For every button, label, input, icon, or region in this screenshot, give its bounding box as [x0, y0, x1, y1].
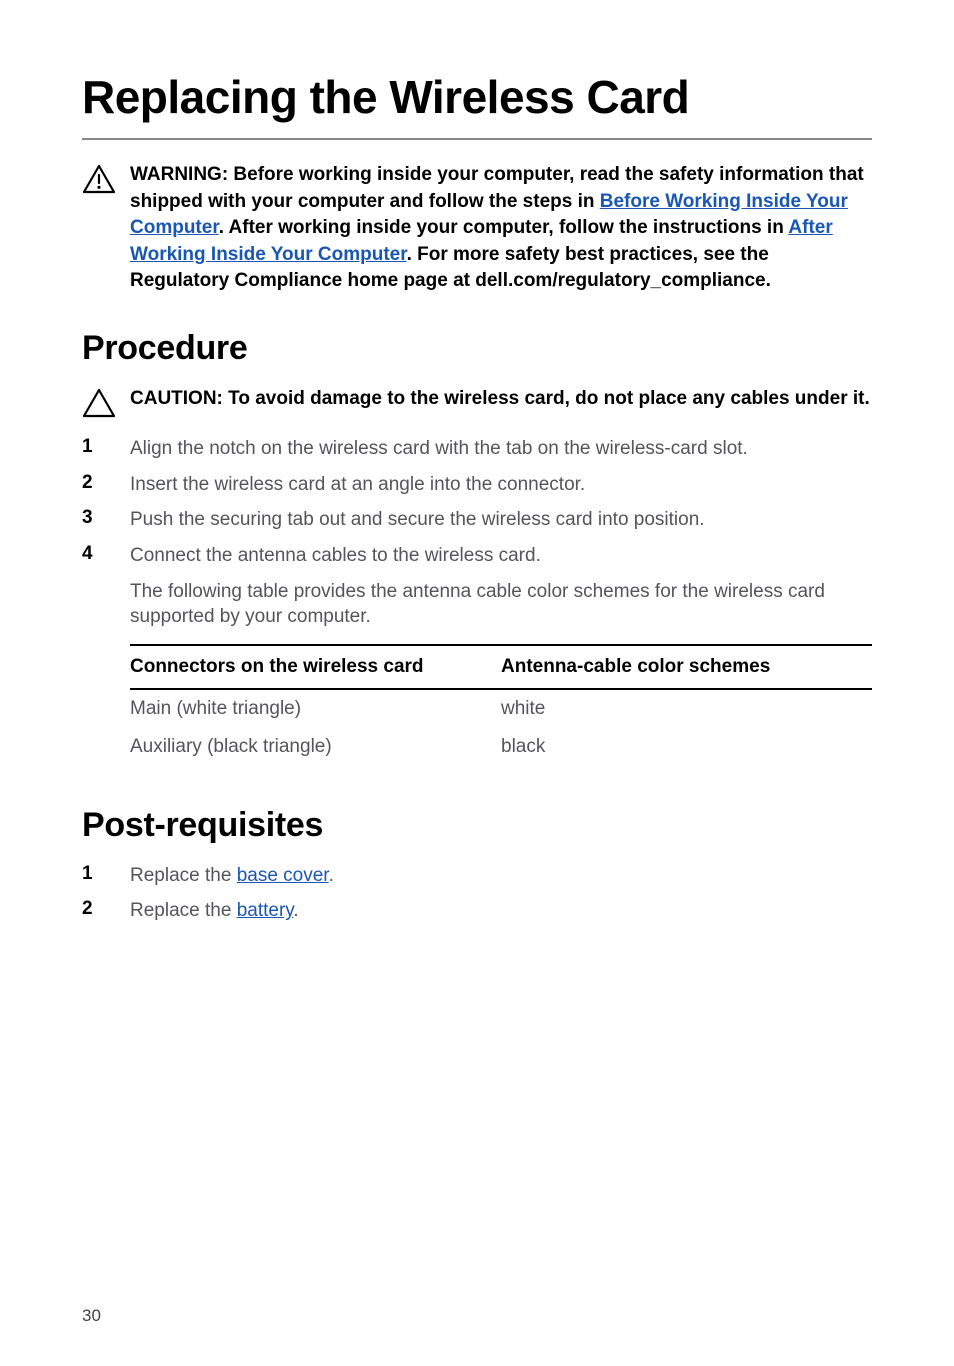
step-number: 1: [82, 863, 130, 885]
procedure-list: 1 Align the notch on the wireless card w…: [82, 436, 872, 569]
postreq-list: 1 Replace the base cover. 2 Replace the …: [82, 863, 872, 924]
caution-triangle-icon: [82, 388, 116, 418]
step-number: 2: [82, 472, 130, 494]
page-title: Replacing the Wireless Card: [82, 70, 872, 124]
postreq-heading: Post-requisites: [82, 806, 872, 845]
table-row: Main (white triangle) white: [130, 689, 872, 728]
table-header-connectors: Connectors on the wireless card: [130, 645, 501, 689]
caution-icon-column: [82, 386, 130, 418]
warning-triangle-icon: [82, 164, 116, 194]
procedure-heading: Procedure: [82, 329, 872, 368]
step-text: Insert the wireless card at an angle int…: [130, 472, 585, 498]
title-rule: [82, 138, 872, 140]
warning-text: WARNING: Before working inside your comp…: [130, 162, 872, 295]
step-suffix: .: [329, 865, 334, 886]
step-text: Replace the battery.: [130, 898, 299, 924]
step-text: Align the notch on the wireless card wit…: [130, 436, 748, 462]
procedure-step-1: 1 Align the notch on the wireless card w…: [82, 436, 872, 462]
step-suffix: .: [293, 900, 298, 921]
procedure-step-4: 4 Connect the antenna cables to the wire…: [82, 543, 872, 569]
warning-icon-column: [82, 162, 130, 194]
step-number: 4: [82, 543, 130, 565]
page-number: 30: [82, 1306, 101, 1326]
step-prefix: Replace the: [130, 900, 237, 921]
link-base-cover[interactable]: base cover: [237, 865, 329, 886]
warning-mid1: . After working inside your computer, fo…: [219, 217, 789, 238]
antenna-color-table: Connectors on the wireless card Antenna-…: [130, 644, 872, 766]
step-number: 1: [82, 436, 130, 458]
caution-block: CAUTION: To avoid damage to the wireless…: [82, 386, 872, 418]
caution-text: CAUTION: To avoid damage to the wireless…: [130, 386, 870, 413]
step-text: Push the securing tab out and secure the…: [130, 507, 705, 533]
table-header-color: Antenna-cable color schemes: [501, 645, 872, 689]
procedure-step-2: 2 Insert the wireless card at an angle i…: [82, 472, 872, 498]
table-cell-connector: Auxiliary (black triangle): [130, 728, 501, 766]
warning-block: WARNING: Before working inside your comp…: [82, 162, 872, 295]
step-number: 2: [82, 898, 130, 920]
step-text: Connect the antenna cables to the wirele…: [130, 543, 541, 569]
step-text: Replace the base cover.: [130, 863, 334, 889]
table-row: Auxiliary (black triangle) black: [130, 728, 872, 766]
table-cell-color: black: [501, 728, 872, 766]
table-cell-color: white: [501, 689, 872, 728]
step-number: 3: [82, 507, 130, 529]
table-cell-connector: Main (white triangle): [130, 689, 501, 728]
step4-followup: The following table provides the antenna…: [130, 579, 872, 630]
link-battery[interactable]: battery: [237, 900, 294, 921]
procedure-step-3: 3 Push the securing tab out and secure t…: [82, 507, 872, 533]
step-prefix: Replace the: [130, 865, 237, 886]
postreq-step-1: 1 Replace the base cover.: [82, 863, 872, 889]
postreq-step-2: 2 Replace the battery.: [82, 898, 872, 924]
